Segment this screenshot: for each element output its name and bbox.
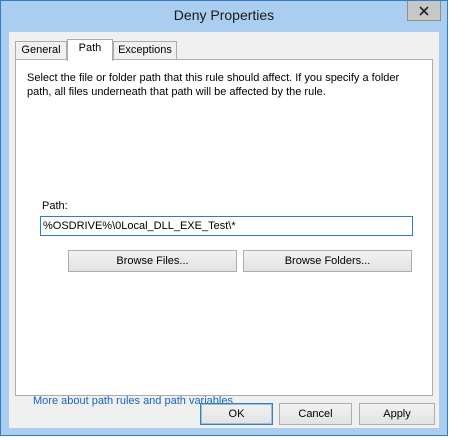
browse-folders-button[interactable]: Browse Folders... <box>243 250 412 272</box>
path-label: Path: <box>42 200 68 212</box>
apply-button[interactable]: Apply <box>359 403 435 425</box>
tab-exceptions[interactable]: Exceptions <box>113 41 177 59</box>
ok-button[interactable]: OK <box>200 403 273 425</box>
close-icon <box>419 5 429 16</box>
window-title: Deny Properties <box>173 7 275 23</box>
tab-general[interactable]: General <box>15 41 67 59</box>
path-input[interactable] <box>40 216 413 236</box>
browse-files-button[interactable]: Browse Files... <box>68 250 237 272</box>
title-bar[interactable]: Deny Properties <box>1 1 447 31</box>
tab-panel-path: Select the file or folder path that this… <box>15 59 433 407</box>
rule-description: Select the file or folder path that this… <box>27 72 400 98</box>
tab-path[interactable]: Path <box>67 39 113 61</box>
close-button[interactable] <box>407 1 441 21</box>
dialog-window: Deny Properties General Path Exceptions … <box>0 0 448 436</box>
dialog-client-area: General Path Exceptions Select the file … <box>9 32 439 428</box>
cancel-button[interactable]: Cancel <box>279 403 352 425</box>
